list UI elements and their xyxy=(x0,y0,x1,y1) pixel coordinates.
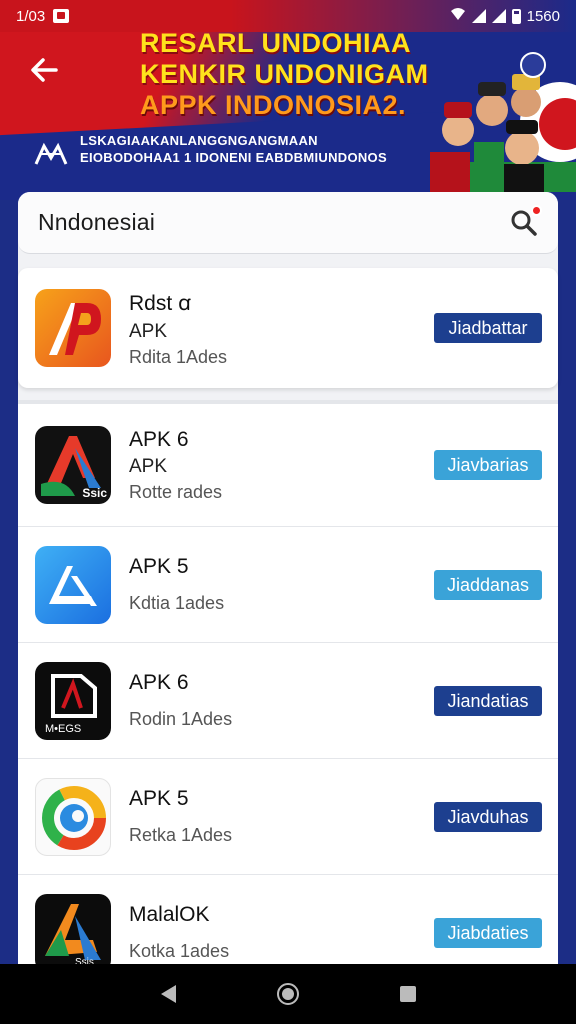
banner-title-line1: RESARL UNDOHIAA xyxy=(140,28,412,58)
banner-title-line2: KENKIR UNDONIGAM xyxy=(140,59,429,89)
wifi-icon xyxy=(450,7,466,25)
app-type: APK xyxy=(129,320,168,342)
app-name: MalalOK xyxy=(129,903,210,926)
status-bar: 1/03 1560 xyxy=(0,0,576,32)
banner-logo-icon xyxy=(34,142,68,165)
system-nav-bar xyxy=(0,964,576,1024)
blue-a-logo-icon xyxy=(35,545,111,624)
download-button[interactable]: Jiaddanas xyxy=(434,569,542,600)
banner-subtitle-line1: LSKAGIAAKANLANGGNGANGMAAN xyxy=(80,133,318,148)
banner-subtitle: LSKAGIAAKANLANGGNGANGMAAN EIOBODOHAA1 1 … xyxy=(80,132,440,166)
app-icon-caption: Ssic xyxy=(82,486,107,500)
signal-icon xyxy=(471,9,486,23)
list-item[interactable]: Rdst ꭤ APK Rdita 1Ades Jiadbattar xyxy=(18,268,558,388)
red-a-logo-icon: Ssic xyxy=(35,426,111,504)
nav-home-icon[interactable] xyxy=(276,983,299,1005)
app-meta: Retka 1Ades xyxy=(129,825,233,845)
status-time: 1/03 xyxy=(16,7,46,25)
banner-title-line3: APPK INDONOSIA2. xyxy=(140,90,407,120)
signal-icon-2 xyxy=(491,9,506,23)
black-d-logo-icon: M•EGS xyxy=(35,661,111,740)
back-arrow-icon[interactable] xyxy=(24,52,64,92)
app-name: APK 5 xyxy=(129,787,189,810)
battery-icon xyxy=(511,8,521,24)
banner-subtitle-line2: EIOBODOHAA1 1 IDONENI EABDBMIUNDONOS xyxy=(80,150,387,165)
download-button[interactable]: Jiandatias xyxy=(434,685,542,716)
download-button[interactable]: Jiadbattar xyxy=(434,313,542,343)
nav-back-icon[interactable] xyxy=(160,985,176,1003)
list-item[interactable]: APK 5 Retka 1Ades Jiavduhas xyxy=(18,758,558,874)
status-right-text: 1560 xyxy=(526,7,560,25)
app-meta: Kotka 1ades xyxy=(129,941,230,961)
app-name: Rdst ꭤ xyxy=(129,291,191,315)
orange-p-logo-icon xyxy=(35,289,111,367)
download-button[interactable]: Jiabdaties xyxy=(434,917,542,948)
app-icon-caption: M•EGS xyxy=(45,722,82,735)
search-badge xyxy=(531,204,542,216)
download-button[interactable]: Jiavbarias xyxy=(434,450,542,480)
download-button[interactable]: Jiavduhas xyxy=(434,801,542,832)
search-bar[interactable]: Nndonesiai xyxy=(18,192,558,254)
banner-title: RESARL UNDOHIAA KENKIR UNDONIGAM APPK IN… xyxy=(140,28,460,121)
colorful-ring-logo-icon xyxy=(35,777,111,856)
notification-icon xyxy=(53,9,70,23)
list-item[interactable]: M•EGS APK 6 Rodin 1Ades Jiandatias xyxy=(18,642,558,758)
app-name: APK 5 xyxy=(129,555,189,578)
search-icon[interactable] xyxy=(510,204,542,237)
gradient-a-logo-icon: Ssis xyxy=(35,893,111,972)
app-meta: Rotte rades xyxy=(129,481,223,502)
app-meta: Rodin 1Ades xyxy=(129,709,233,729)
list-item[interactable]: APK 5 Kdtia 1ades Jiaddanas xyxy=(18,526,558,642)
app-name: APK 6 xyxy=(129,671,189,694)
nav-recents-icon[interactable] xyxy=(399,986,416,1002)
mic-icon xyxy=(520,52,546,78)
results-panel: Nndonesiai Rdst ꭤ APK Rdita 1Ades Jiadba… xyxy=(18,192,558,990)
app-type: APK xyxy=(129,455,168,477)
app-list: Rdst ꭤ APK Rdita 1Ades Jiadbattar Ssic A… xyxy=(18,268,558,990)
app-meta: Kdtia 1ades xyxy=(129,593,225,613)
search-query[interactable]: Nndonesiai xyxy=(38,209,155,236)
app-name: APK 6 xyxy=(129,427,189,451)
list-item[interactable]: Ssic APK 6 APK Rotte rades Jiavbarias xyxy=(18,400,558,526)
app-meta: Rdita 1Ades xyxy=(129,346,228,367)
